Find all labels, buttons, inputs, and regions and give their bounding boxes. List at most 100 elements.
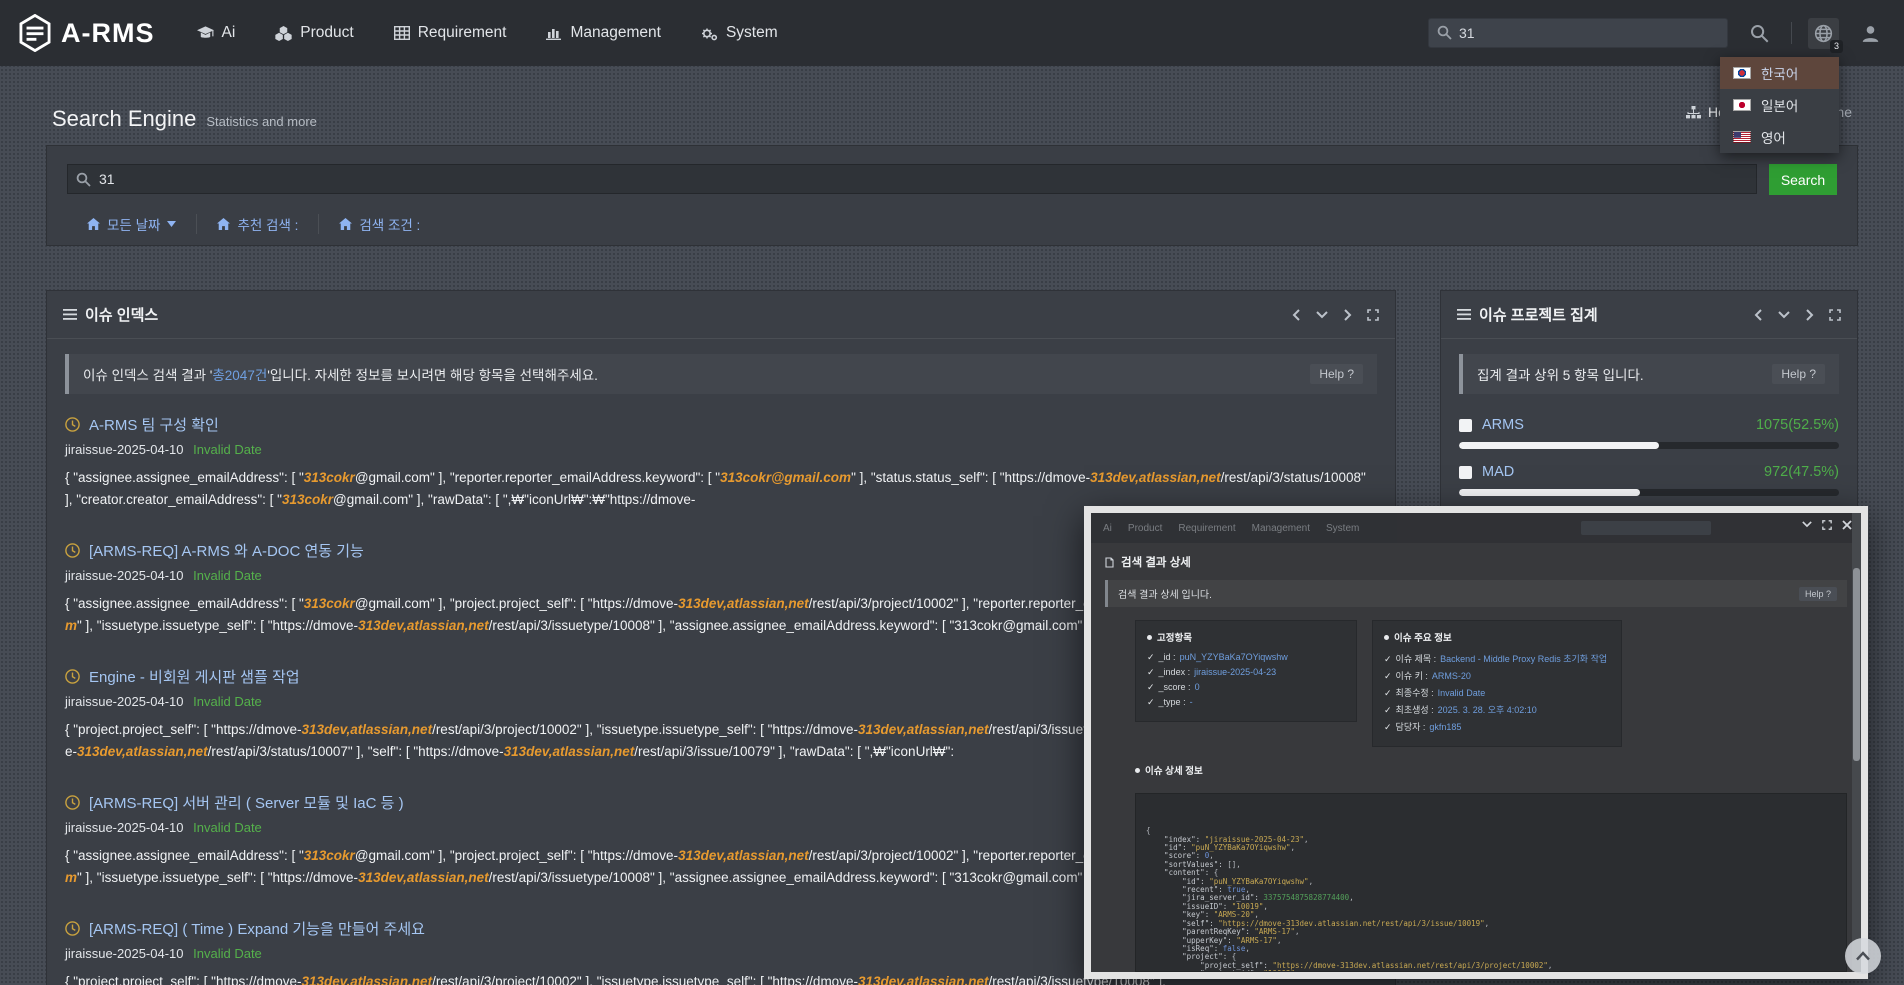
filter-search-condition[interactable]: 검색 조건 : <box>318 214 440 234</box>
aggregation-list: ARMS 1075(52.5%) MAD 972(47.5%) <box>1441 400 1857 514</box>
language-item-japanese[interactable]: 일본어 <box>1720 89 1839 121</box>
hamburger-icon <box>63 309 77 320</box>
graduation-cap-icon <box>197 26 214 41</box>
progress-fill <box>1459 489 1640 496</box>
issue-detail-section: 이슈 상세 정보 { "index": "jiraissue-2025-04-2… <box>1135 763 1847 972</box>
issue-index-date: jiraissue-2025-04-10 <box>65 820 184 835</box>
check-icon: ✓ <box>1384 705 1392 716</box>
help-button[interactable]: Help ? <box>1310 364 1363 384</box>
user-icon <box>1861 24 1880 43</box>
field-label: _score : <box>1159 682 1191 692</box>
issue-title-link[interactable]: A-RMS 팀 구성 확인 <box>89 414 219 435</box>
panel-title-text: 이슈 프로젝트 집계 <box>1479 304 1598 325</box>
progress-fill <box>1459 442 1659 449</box>
panel-prev-button[interactable] <box>1754 309 1763 321</box>
project-checkbox[interactable] <box>1459 466 1472 479</box>
field-row: ✓ 이슈 제목 : Backend - Middle Proxy Redis 초… <box>1384 652 1610 665</box>
issue-index-date: jiraissue-2025-04-10 <box>65 694 184 709</box>
issue-title-link[interactable]: Engine - 비회원 게시판 샘플 작업 <box>89 666 300 687</box>
modal-scrollbar <box>1852 513 1861 972</box>
panel-expand-button[interactable] <box>1367 309 1379 321</box>
filter-recommended-search[interactable]: 추천 검색 : <box>196 214 318 234</box>
menu-label: Management <box>570 24 660 42</box>
issue-title-link[interactable]: [ARMS-REQ] ( Time ) Expand 기능을 만들어 주세요 <box>89 918 425 939</box>
field-row: ✓ _id : puN_YZYBaKa7OYiqwshw <box>1147 652 1345 663</box>
gears-icon <box>701 26 718 41</box>
menu-item-ai[interactable]: Ai <box>197 24 236 42</box>
mini-search-box <box>1581 521 1711 535</box>
check-icon: ✓ <box>1384 688 1392 699</box>
panel-collapse-button[interactable] <box>1316 310 1328 319</box>
bar-chart-icon <box>546 26 562 40</box>
clock-icon <box>65 417 80 432</box>
modal-expand-button[interactable] <box>1822 520 1832 530</box>
main-menu: Ai Product Requirement Management System <box>197 24 778 42</box>
language-label: 한국어 <box>1761 63 1798 83</box>
issue-index-info: 이슈 인덱스 검색 결과 '총2047건'입니다. 자세한 정보를 보시려면 해… <box>65 354 1377 394</box>
mini-menu-item: Requirement <box>1178 523 1235 534</box>
search-input[interactable] <box>67 164 1757 194</box>
field-value: 0 <box>1195 682 1200 692</box>
menu-item-product[interactable]: Product <box>275 24 353 42</box>
project-count: 1075(52.5%) <box>1756 417 1839 433</box>
search-button[interactable] <box>1744 18 1775 49</box>
help-button[interactable]: Help ? <box>1799 587 1837 601</box>
field-label: _type : <box>1159 697 1186 707</box>
mini-panel-title-text: 고정항목 <box>1157 630 1192 644</box>
sitemap-icon <box>1686 106 1701 119</box>
home-icon <box>217 218 230 230</box>
menu-item-system[interactable]: System <box>701 24 778 42</box>
code-line: "isReq": false, <box>1146 945 1836 953</box>
home-icon <box>87 218 100 230</box>
field-row: ✓ _score : 0 <box>1147 682 1345 693</box>
menu-item-management[interactable]: Management <box>546 24 660 42</box>
filter-all-dates[interactable]: 모든 날짜 <box>67 214 196 234</box>
panel-prev-button[interactable] <box>1292 309 1301 321</box>
document-icon <box>1105 557 1114 568</box>
project-label[interactable]: MAD <box>1482 464 1514 480</box>
panel-next-button[interactable] <box>1343 309 1352 321</box>
issue-title-link[interactable]: [ARMS-REQ] 서버 관리 ( Server 모듈 및 IaC 등 ) <box>89 792 404 813</box>
scroll-to-top-button[interactable] <box>1845 938 1881 974</box>
help-button[interactable]: Help ? <box>1772 364 1825 384</box>
issue-index-date: jiraissue-2025-04-10 <box>65 442 184 457</box>
field-label: 이슈 키 : <box>1396 669 1428 682</box>
app-logo[interactable]: A-RMS <box>18 14 155 52</box>
navbar-search <box>1428 18 1728 48</box>
language-item-english[interactable]: 영어 <box>1720 121 1839 153</box>
language-label: 영어 <box>1761 127 1786 147</box>
result-count: 총2047건 <box>212 368 267 383</box>
project-count: 972(47.5%) <box>1764 464 1839 480</box>
code-line: "sortValues": [], <box>1146 861 1836 869</box>
search-detail-modal: AiProductRequirementManagementSystem 검색 … <box>1084 506 1868 979</box>
check-icon: ✓ <box>1147 652 1155 663</box>
navbar-search-input[interactable] <box>1428 18 1728 48</box>
mini-menu-item: System <box>1326 523 1359 534</box>
modal-collapse-button[interactable] <box>1802 520 1812 530</box>
fixed-fields-panel: 고정항목 ✓ _id : puN_YZYBaKa7OYiqwshw ✓ _ind… <box>1135 620 1357 722</box>
mini-panel-title-text: 이슈 주요 정보 <box>1394 630 1452 644</box>
search-submit-button[interactable]: Search <box>1769 164 1837 195</box>
panel-next-button[interactable] <box>1805 309 1814 321</box>
modal-title: 검색 결과 상세 <box>1121 554 1191 570</box>
korea-flag-icon <box>1733 67 1751 79</box>
modal-close-button[interactable] <box>1842 520 1852 530</box>
search-icon <box>76 172 91 187</box>
hamburger-icon <box>1457 309 1471 320</box>
clock-icon <box>65 543 80 558</box>
account-button[interactable] <box>1855 18 1886 49</box>
project-checkbox[interactable] <box>1459 419 1472 432</box>
panel-collapse-button[interactable] <box>1778 310 1790 319</box>
home-icon <box>339 218 352 230</box>
modal-mini-navbar: AiProductRequirementManagementSystem <box>1091 513 1861 543</box>
field-value: 2025. 3. 28. 오후 4:02:10 <box>1438 703 1537 716</box>
modal-scrollbar-thumb[interactable] <box>1853 568 1860 761</box>
field-row: ✓ 이슈 키 : ARMS-20 <box>1384 669 1610 682</box>
language-item-korean[interactable]: 한국어 <box>1720 57 1839 89</box>
panel-expand-button[interactable] <box>1829 309 1841 321</box>
menu-item-requirement[interactable]: Requirement <box>394 24 507 42</box>
project-label[interactable]: ARMS <box>1482 417 1524 433</box>
clock-icon <box>65 669 80 684</box>
language-button[interactable]: 3 <box>1808 18 1839 49</box>
issue-title-link[interactable]: [ARMS-REQ] A-RMS 와 A-DOC 연동 기능 <box>89 540 364 561</box>
